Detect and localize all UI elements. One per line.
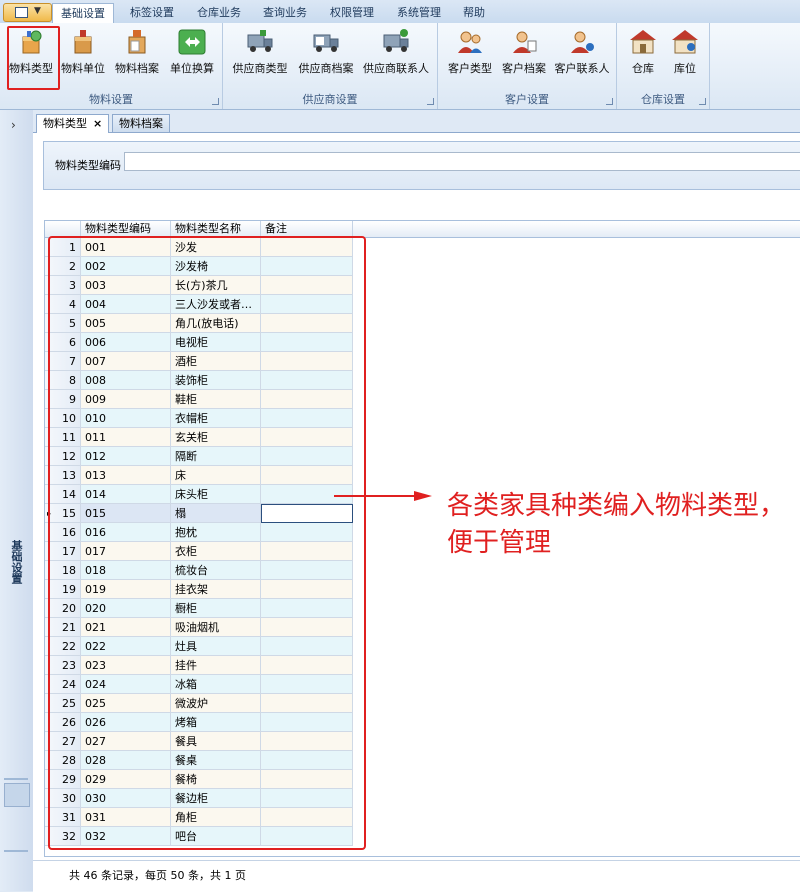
splitter (4, 778, 28, 780)
material-unit-label: 物料单位 (61, 62, 105, 75)
supplier-type-button[interactable]: 供应商类型 (229, 27, 291, 81)
record-count-text: 共 46 条记录，每页 50 条，共 1 页 (69, 869, 246, 882)
tab-system-management[interactable]: 系统管理 (389, 3, 449, 23)
arrow-right-icon (334, 491, 432, 501)
warehouse-location-icon (669, 27, 701, 57)
users-icon (454, 27, 486, 57)
search-panel: 物料类型编码 (43, 141, 800, 190)
column-header-code[interactable]: 物料类型编码 (81, 221, 171, 237)
highlight-box-ribbon (7, 26, 60, 90)
truck-icon (244, 27, 276, 57)
doc-tab-label: 物料类型 (43, 117, 87, 130)
doc-tab-material-archive[interactable]: 物料档案 (112, 114, 170, 132)
splitter (4, 850, 28, 852)
material-group-label: 物料设置 (89, 93, 133, 106)
warehouse-icon (627, 27, 659, 57)
row-number-header (45, 221, 81, 237)
column-header-note[interactable]: 备注 (261, 221, 353, 237)
warehouse-button[interactable]: 仓库 (623, 27, 663, 81)
status-bar: 共 46 条记录，每页 50 条，共 1 页 (33, 860, 800, 892)
tab-query-business[interactable]: 查询业务 (255, 3, 315, 23)
app-document-icon (15, 7, 28, 18)
material-archive-button[interactable]: 物料档案 (110, 27, 164, 81)
user-contact-icon (566, 27, 598, 57)
ribbon: 物料类型 物料单位 物料档案 单位换算 物料设置 供应商类型 供应商档案 供应商… (0, 23, 800, 110)
truck-contact-icon (380, 27, 412, 57)
supplier-contact-button[interactable]: 供应商联系人 (361, 27, 431, 81)
unit-conversion-label: 单位换算 (170, 62, 214, 75)
location-label: 库位 (674, 62, 696, 75)
supplier-archive-button[interactable]: 供应商档案 (295, 27, 357, 81)
ribbon-group-warehouse: 仓库 库位 仓库设置 (617, 23, 710, 109)
ribbon-group-customer: 客户类型 客户档案 客户联系人 客户设置 (438, 23, 617, 109)
unit-conversion-button[interactable]: 单位换算 (166, 27, 218, 81)
app-menu-button[interactable]: ▼ (3, 3, 52, 22)
material-archive-label: 物料档案 (115, 62, 159, 75)
column-header-name[interactable]: 物料类型名称 (171, 221, 261, 237)
left-panel-title[interactable]: 基础设置 (8, 540, 24, 584)
tab-basic-settings[interactable]: 基础设置 (52, 3, 114, 24)
menu-tab-bar: ▼ 基础设置 标签设置 仓库业务 查询业务 权限管理 系统管理 帮助 (0, 0, 800, 24)
customer-group-label: 客户设置 (505, 93, 549, 106)
chevron-right-icon[interactable]: › (11, 118, 16, 132)
material-unit-button[interactable]: 物料单位 (58, 27, 108, 81)
user-archive-icon (508, 27, 540, 57)
customer-archive-button[interactable]: 客户档案 (498, 27, 550, 81)
search-label: 物料类型编码 (55, 159, 121, 172)
left-nav-panel: › 基础设置 (0, 110, 34, 891)
group-launcher-icon[interactable] (606, 98, 613, 105)
truck-archive-icon (310, 27, 342, 57)
warehouse-label: 仓库 (632, 62, 654, 75)
warehouse-group-label: 仓库设置 (641, 93, 685, 106)
doc-tab-label: 物料档案 (119, 117, 163, 130)
doc-tab-material-type[interactable]: 物料类型 × (36, 114, 110, 133)
group-launcher-icon[interactable] (212, 98, 219, 105)
location-button[interactable]: 库位 (665, 27, 705, 81)
customer-contact-button[interactable]: 客户联系人 (552, 27, 612, 81)
supplier-group-label: 供应商设置 (302, 93, 358, 106)
close-icon[interactable]: × (93, 117, 102, 130)
highlight-box-grid (48, 236, 366, 850)
tab-label-settings[interactable]: 标签设置 (122, 3, 182, 23)
supplier-archive-label: 供应商档案 (298, 62, 354, 75)
supplier-type-label: 供应商类型 (232, 62, 288, 75)
annotation-text: 各类家具种类编入物料类型，便于管理 (447, 491, 786, 558)
ribbon-group-supplier: 供应商类型 供应商档案 供应商联系人 供应商设置 (223, 23, 438, 109)
swap-arrows-icon (176, 27, 208, 57)
customer-type-label: 客户类型 (448, 62, 492, 75)
panel-toggle-button[interactable] (4, 783, 30, 807)
customer-archive-label: 客户档案 (502, 62, 546, 75)
group-launcher-icon[interactable] (699, 98, 706, 105)
supplier-contact-label: 供应商联系人 (363, 62, 429, 75)
document-tab-bar: 物料类型 × 物料档案 (33, 110, 800, 133)
box-unit-icon (67, 27, 99, 57)
customer-type-button[interactable]: 客户类型 (444, 27, 496, 81)
tab-warehouse-business[interactable]: 仓库业务 (189, 3, 249, 23)
customer-contact-label: 客户联系人 (554, 62, 610, 75)
dropdown-arrow-icon: ▼ (34, 6, 41, 16)
group-launcher-icon[interactable] (427, 98, 434, 105)
material-type-code-input[interactable] (124, 152, 800, 171)
tab-help[interactable]: 帮助 (455, 3, 493, 23)
tab-permission-management[interactable]: 权限管理 (322, 3, 382, 23)
box-archive-icon (121, 27, 153, 57)
